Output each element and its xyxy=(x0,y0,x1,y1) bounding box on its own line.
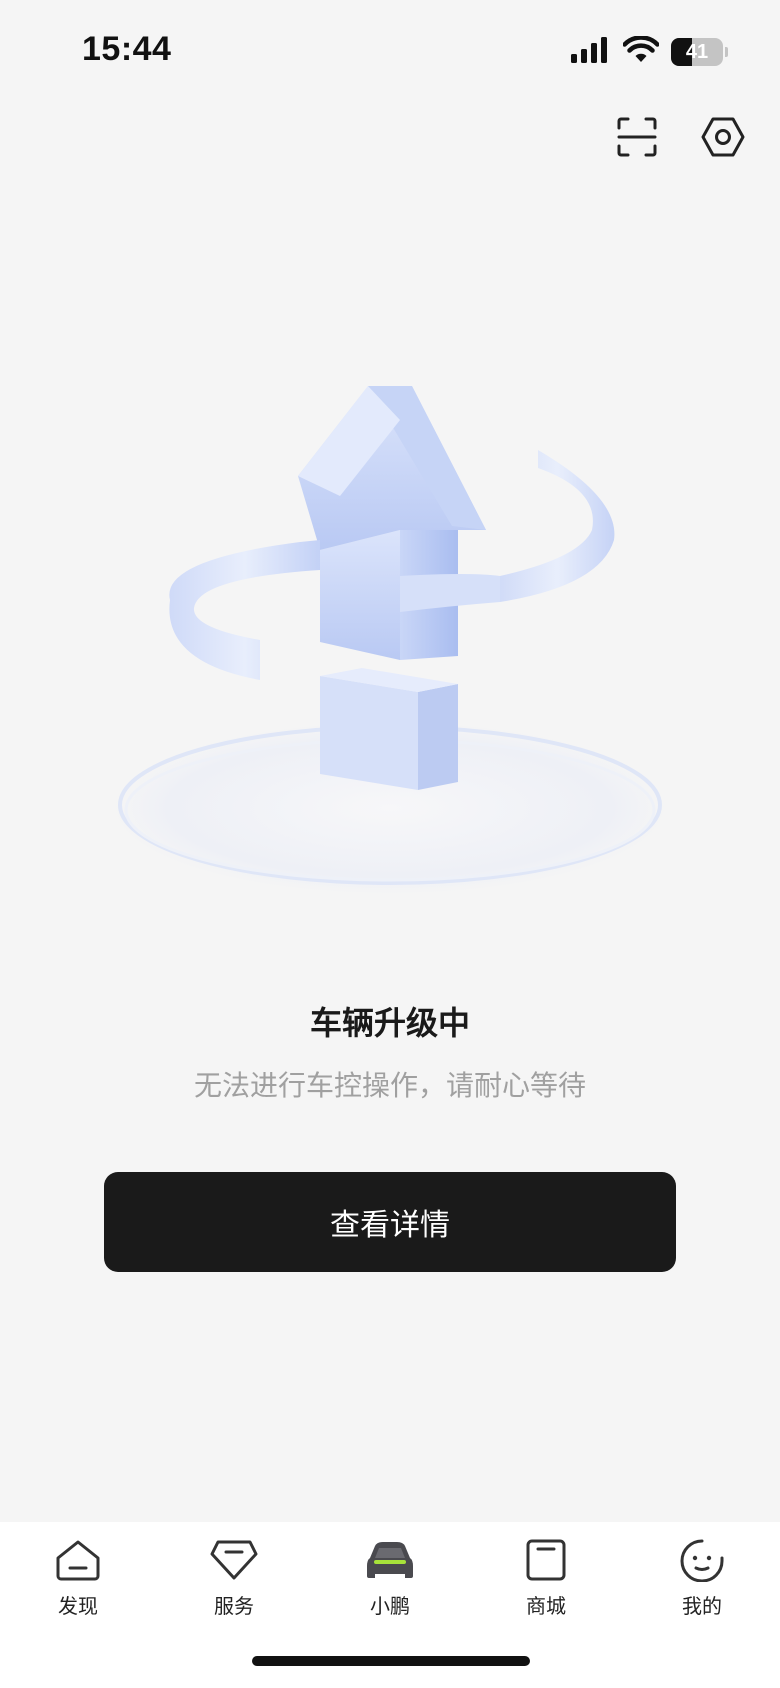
view-details-button[interactable]: 查看详情 xyxy=(104,1172,676,1272)
profile-icon xyxy=(676,1534,728,1586)
battery-level: 41 xyxy=(685,40,709,63)
status-time: 15:44 xyxy=(82,30,172,68)
battery-icon: 41 xyxy=(671,38,723,66)
tab-xpeng[interactable]: 小鹏 xyxy=(312,1534,468,1619)
tab-service[interactable]: 服务 xyxy=(156,1534,312,1619)
tab-label: 商城 xyxy=(526,1594,566,1618)
tab-list: 发现 服务 小鹏 商城 我的 xyxy=(0,1534,780,1619)
app-screen: 15:44 41 车辆升级中 无法进行车控操作，请耐心等待 查看详情 发现 服务… xyxy=(0,0,780,1688)
tab-label: 发现 xyxy=(58,1594,98,1618)
home-indicator[interactable] xyxy=(252,1656,530,1666)
tab-label: 我的 xyxy=(682,1594,722,1618)
scan-button[interactable] xyxy=(614,116,660,162)
upgrade-illustration xyxy=(100,380,680,920)
discover-icon xyxy=(52,1534,104,1586)
tab-profile[interactable]: 我的 xyxy=(624,1534,780,1619)
signal-icon xyxy=(571,37,611,67)
tab-label: 小鹏 xyxy=(370,1594,410,1618)
scan-icon xyxy=(616,116,658,162)
service-icon xyxy=(208,1534,260,1586)
status-icons: 41 xyxy=(571,35,728,68)
top-actions xyxy=(614,116,746,162)
upgrade-title: 车辆升级中 xyxy=(309,1004,470,1042)
tab-store[interactable]: 商城 xyxy=(468,1534,624,1619)
upgrade-arrow-icon xyxy=(114,386,666,894)
tab-discover[interactable]: 发现 xyxy=(0,1534,156,1619)
battery-tip xyxy=(725,47,728,57)
settings-button[interactable] xyxy=(700,116,746,162)
settings-icon xyxy=(701,115,745,163)
upgrade-subtitle: 无法进行车控操作，请耐心等待 xyxy=(193,1069,586,1102)
tab-label: 服务 xyxy=(214,1594,254,1618)
store-icon xyxy=(520,1534,572,1586)
wifi-icon xyxy=(622,35,660,68)
car-icon xyxy=(364,1534,416,1586)
